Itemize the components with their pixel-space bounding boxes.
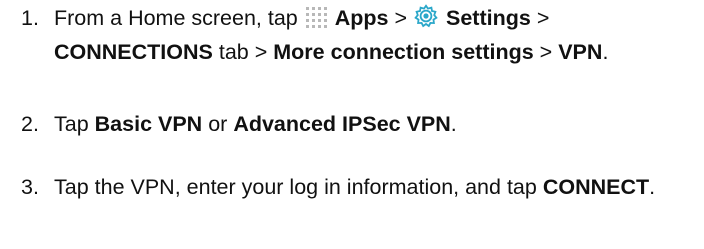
punctuation: .: [649, 175, 656, 199]
step-text-segment: From a Home screen, tap: [54, 6, 298, 30]
connections-label: CONNECTIONS: [54, 40, 213, 64]
more-connection-settings-label: More connection settings: [273, 40, 534, 64]
connect-label: CONNECT: [542, 175, 650, 199]
apps-grid-icon: [305, 6, 327, 28]
step-text-segment: Tap the VPN, enter your log in informati…: [54, 175, 537, 199]
separator: >: [539, 40, 553, 64]
separator: >: [394, 6, 408, 30]
advanced-ipsec-vpn-label: Advanced IPSec VPN: [233, 112, 451, 136]
step-text-segment: Tap: [54, 112, 89, 136]
basic-vpn-label: Basic VPN: [94, 112, 203, 136]
step-text: Tap Basic VPN or Advanced IPSec VPN.: [54, 107, 698, 141]
step-text: From a Home screen, tap Apps > Settings …: [54, 1, 698, 69]
separator: >: [536, 6, 550, 30]
apps-label: Apps: [334, 6, 389, 30]
step-text-segment: or: [208, 112, 228, 136]
settings-label: Settings: [446, 6, 531, 30]
step-1: 1. From a Home screen, tap Apps > Settin…: [0, 1, 704, 69]
step-number: 1.: [21, 6, 39, 30]
punctuation: .: [450, 112, 457, 136]
step-3: 3. Tap the VPN, enter your log in inform…: [0, 170, 704, 204]
step-number: 3.: [21, 175, 39, 199]
settings-gear-icon: [414, 4, 438, 28]
instruction-list: 1. From a Home screen, tap Apps > Settin…: [0, 0, 704, 249]
vpn-label: VPN: [558, 40, 603, 64]
punctuation: .: [602, 40, 609, 64]
step-text-segment: tab >: [218, 40, 268, 64]
step-text: Tap the VPN, enter your log in informati…: [54, 170, 698, 204]
step-2: 2. Tap Basic VPN or Advanced IPSec VPN.: [0, 107, 704, 141]
step-number: 2.: [21, 112, 39, 136]
